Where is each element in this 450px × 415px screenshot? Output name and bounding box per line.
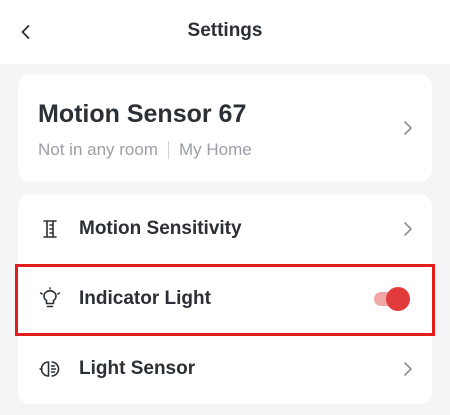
light-sensor-label: Light Sensor [79, 358, 196, 379]
device-name: Motion Sensor 67 [38, 100, 247, 128]
page-title: Settings [187, 20, 263, 41]
toggle-knob [386, 287, 410, 311]
ruler-icon [38, 217, 62, 241]
device-location: Not in any room My Home [38, 140, 252, 160]
chevron-right-icon [404, 362, 412, 376]
motion-sensitivity-label: Motion Sensitivity [79, 218, 242, 239]
indicator-light-row: Indicator Light [18, 264, 432, 334]
chevron-right-icon [404, 222, 412, 236]
lightbulb-icon [38, 287, 62, 311]
divider [168, 141, 169, 159]
indicator-light-label: Indicator Light [79, 288, 211, 309]
indicator-light-toggle[interactable] [374, 287, 410, 311]
motion-sensitivity-row[interactable]: Motion Sensitivity [18, 194, 432, 264]
device-home: My Home [179, 140, 252, 159]
light-sensor-row[interactable]: Light Sensor [18, 334, 432, 404]
chevron-right-icon [404, 121, 412, 135]
top-bar: Settings [0, 0, 450, 64]
device-info-card[interactable]: Motion Sensor 67 Not in any room My Home [18, 74, 432, 182]
device-room: Not in any room [38, 140, 158, 159]
settings-list: Motion Sensitivity Indicator Light Light… [18, 194, 432, 404]
light-sensor-icon [38, 357, 62, 381]
